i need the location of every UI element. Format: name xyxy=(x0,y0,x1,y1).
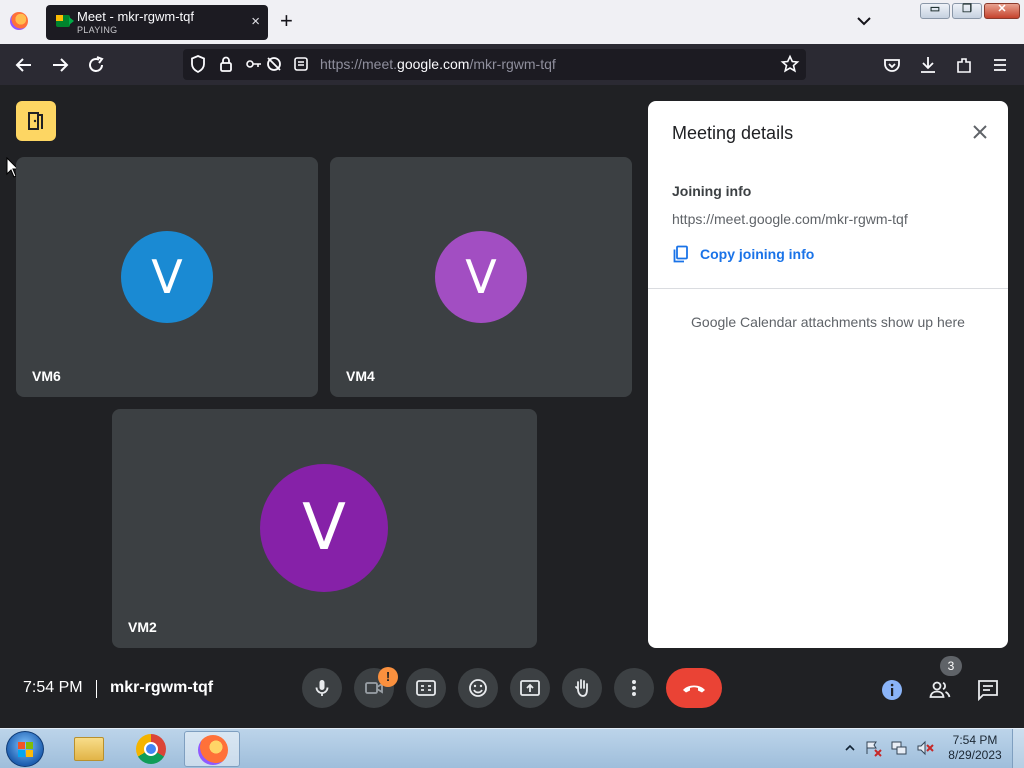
taskbar-clock[interactable]: 7:54 PM 8/29/2023 xyxy=(940,733,1010,763)
show-hidden-icons-icon[interactable] xyxy=(844,742,856,754)
reader-view-icon[interactable] xyxy=(290,53,312,75)
tab-meet[interactable]: Meet - mkr-rgwm-tqf PLAYING × xyxy=(46,5,268,40)
system-tray xyxy=(844,737,934,759)
more-vert-icon xyxy=(632,680,636,696)
bookmark-star-icon[interactable] xyxy=(779,53,801,75)
minimize-icon: ▭ xyxy=(929,3,941,15)
taskbar-explorer[interactable] xyxy=(60,731,116,767)
microphone-icon xyxy=(315,680,329,696)
copy-joining-info-label: Copy joining info xyxy=(700,246,815,262)
chat-icon xyxy=(978,680,998,702)
reload-icon[interactable] xyxy=(85,54,107,76)
captions-button[interactable] xyxy=(406,668,446,708)
show-desktop-button[interactable] xyxy=(1012,729,1024,768)
windows-taskbar: 7:54 PM 8/29/2023 xyxy=(0,728,1024,768)
people-count-badge: 3 xyxy=(940,656,962,676)
close-icon: ✕ xyxy=(997,3,1007,15)
present-icon xyxy=(520,680,540,696)
panel-title: Meeting details xyxy=(672,123,794,143)
info-icon xyxy=(882,680,902,700)
tab-close-icon[interactable]: × xyxy=(251,13,260,31)
end-call-icon xyxy=(683,685,705,693)
volume-muted-icon[interactable] xyxy=(916,739,934,757)
divider xyxy=(648,288,1008,289)
meeting-control-bar: 7:54 PM mkr-rgwm-tqf xyxy=(0,660,1024,720)
menu-icon[interactable] xyxy=(989,54,1011,76)
restore-icon: ❐ xyxy=(962,3,972,15)
tab-title: Meet - mkr-rgwm-tqf xyxy=(77,9,194,24)
chrome-icon xyxy=(136,734,166,764)
back-arrow-icon[interactable] xyxy=(13,54,35,76)
close-window-button[interactable]: ✕ xyxy=(984,3,1020,19)
microphone-button[interactable] xyxy=(302,668,342,708)
copy-joining-info-button[interactable]: Copy joining info xyxy=(672,243,814,265)
action-center-icon[interactable] xyxy=(864,739,882,757)
url-path: /mkr-rgwm-tqf xyxy=(469,56,556,72)
emoji-icon xyxy=(469,679,487,697)
new-tab-button[interactable]: + xyxy=(280,10,293,32)
firefox-icon xyxy=(198,735,228,765)
restore-button[interactable]: ❐ xyxy=(952,3,982,19)
participant-name: VM4 xyxy=(346,368,375,384)
permissions-icon[interactable] xyxy=(243,53,265,75)
network-icon[interactable] xyxy=(890,739,908,757)
window-controls: ▭ ❐ ✕ xyxy=(920,3,1020,19)
close-icon[interactable] xyxy=(970,122,990,142)
captions-icon xyxy=(416,680,436,696)
copy-icon xyxy=(673,245,688,263)
shield-icon[interactable] xyxy=(187,53,209,75)
avatar: V xyxy=(260,464,388,592)
tab-strip: Meet - mkr-rgwm-tqf PLAYING × + ▭ ❐ ✕ xyxy=(0,0,1024,44)
people-icon xyxy=(929,681,951,698)
activities-badge[interactable] xyxy=(16,101,56,141)
more-options-button[interactable] xyxy=(614,668,654,708)
url-domain: google.com xyxy=(397,56,470,72)
taskbar-time: 7:54 PM xyxy=(952,733,998,747)
avatar: V xyxy=(121,231,213,323)
camera-sharing-icon[interactable] xyxy=(263,53,285,75)
people-button[interactable] xyxy=(928,678,952,702)
folder-icon xyxy=(74,737,104,761)
leave-call-button[interactable] xyxy=(666,668,722,708)
joining-info-heading: Joining info xyxy=(672,183,752,199)
pocket-icon[interactable] xyxy=(881,54,903,76)
participant-name: VM2 xyxy=(128,619,157,635)
participant-tile-vm2[interactable]: V VM2 xyxy=(112,409,537,648)
meeting-time: 7:54 PM xyxy=(23,679,83,696)
meeting-details-button[interactable] xyxy=(880,678,904,702)
minimize-button[interactable]: ▭ xyxy=(920,3,950,19)
meet-favicon-icon xyxy=(56,15,74,27)
participant-tile-vm6[interactable]: V VM6 xyxy=(16,157,318,397)
door-icon xyxy=(28,112,43,130)
downloads-icon[interactable] xyxy=(917,54,939,76)
taskbar-date: 8/29/2023 xyxy=(948,748,1002,762)
firefox-view-icon[interactable] xyxy=(10,12,28,30)
lock-icon[interactable] xyxy=(215,53,237,75)
avatar: V xyxy=(435,231,527,323)
present-screen-button[interactable] xyxy=(510,668,550,708)
taskbar-firefox[interactable] xyxy=(184,731,240,767)
joining-url: https://meet.google.com/mkr-rgwm-tqf xyxy=(672,211,908,227)
chat-button[interactable] xyxy=(976,678,1000,702)
meeting-code: mkr-rgwm-tqf xyxy=(110,679,214,696)
url-prefix: https://meet. xyxy=(320,56,398,72)
hand-icon xyxy=(575,679,588,697)
taskbar-chrome[interactable] xyxy=(123,731,179,767)
start-button[interactable] xyxy=(6,731,44,767)
reactions-button[interactable] xyxy=(458,668,498,708)
navigation-toolbar: https://meet.google.com/mkr-rgwm-tqf xyxy=(0,44,1024,85)
forward-arrow-icon[interactable] xyxy=(49,54,71,76)
url-text[interactable]: https://meet.google.com/mkr-rgwm-tqf xyxy=(320,56,556,72)
meeting-details-panel: Meeting details Joining info https://mee… xyxy=(648,101,1008,648)
raise-hand-button[interactable] xyxy=(562,668,602,708)
extensions-icon[interactable] xyxy=(953,54,975,76)
participant-tile-vm4[interactable]: V VM4 xyxy=(330,157,632,397)
attachments-note: Google Calendar attachments show up here xyxy=(691,314,965,330)
tab-playing-label: PLAYING xyxy=(77,25,118,35)
participant-name: VM6 xyxy=(32,368,61,384)
camera-warning-badge: ! xyxy=(378,667,398,687)
address-bar[interactable]: https://meet.google.com/mkr-rgwm-tqf xyxy=(183,49,806,80)
list-all-tabs-icon[interactable] xyxy=(856,12,872,30)
divider xyxy=(96,680,97,698)
